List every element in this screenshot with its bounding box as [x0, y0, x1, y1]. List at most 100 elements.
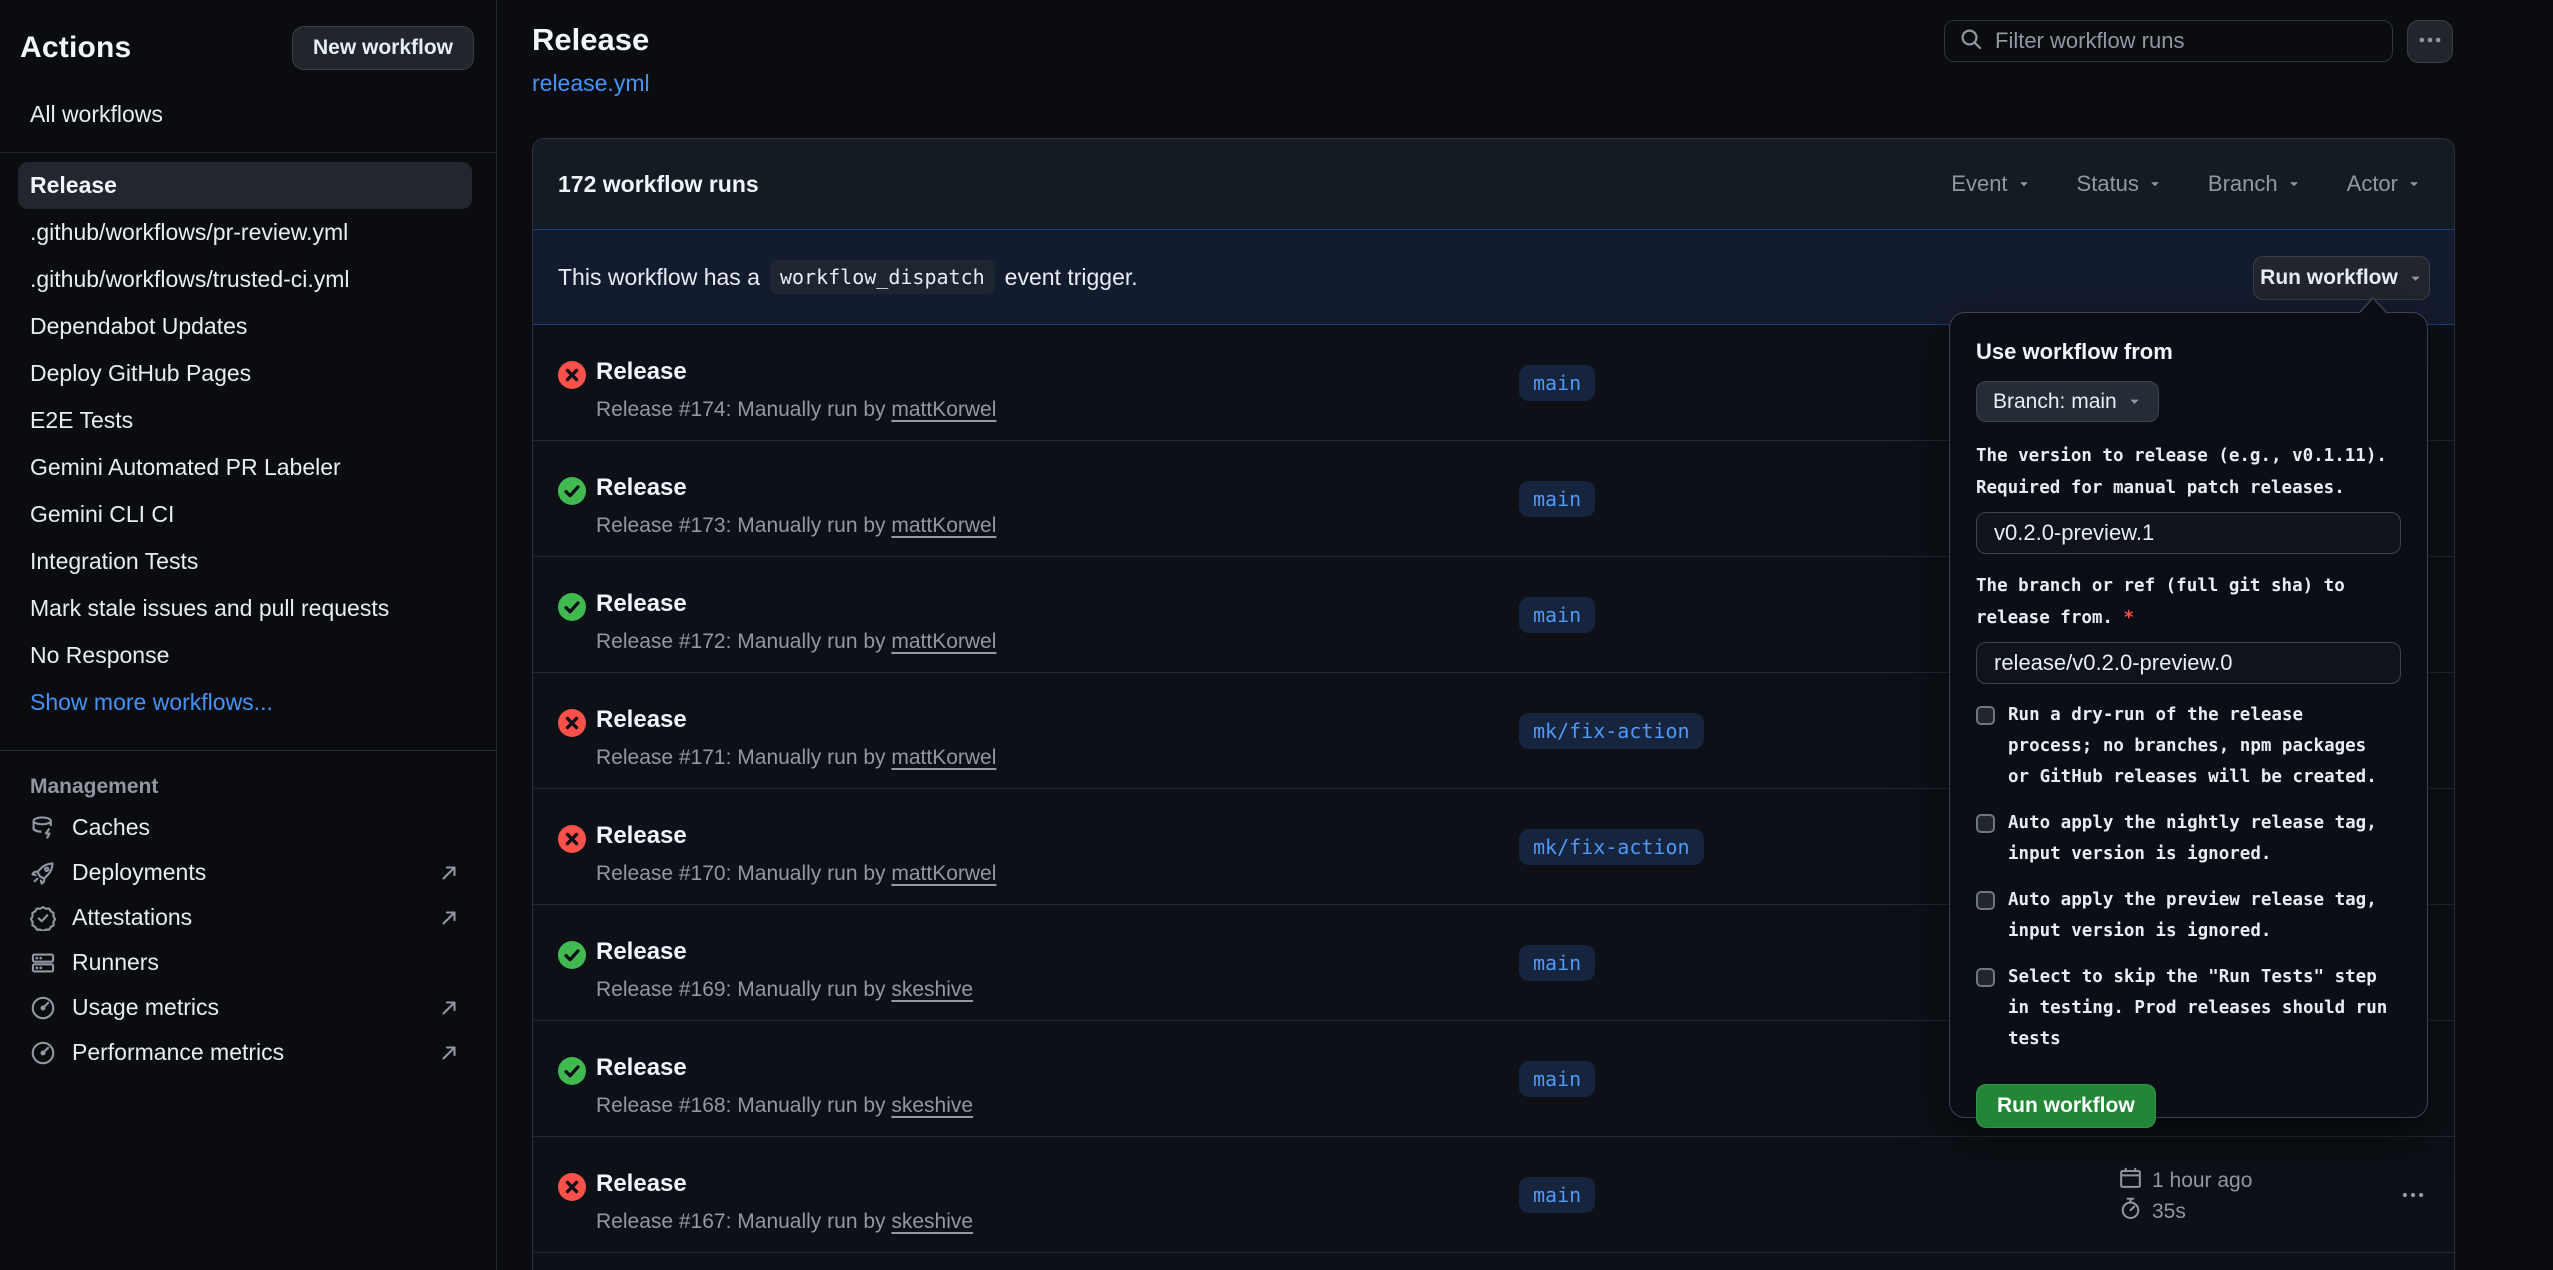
workflow-title: Release	[532, 22, 649, 58]
run-title-link[interactable]: Release	[596, 590, 687, 618]
dialog-checkbox[interactable]	[1976, 814, 1995, 833]
sidebar-workflow-item[interactable]: No Response	[18, 632, 472, 679]
sidebar-workflow-item[interactable]: .github/workflows/pr-review.yml	[18, 209, 472, 256]
dialog-checkbox[interactable]	[1976, 891, 1995, 910]
run-description: Release #167: Manually run by skeshive	[596, 1210, 973, 1234]
filter-branch-dropdown[interactable]: Branch	[2208, 171, 2301, 197]
success-status-icon	[558, 1057, 586, 1085]
dialog-checkbox[interactable]	[1976, 968, 1995, 987]
dialog-checkbox-label[interactable]: Select to skip the "Run Tests" step in t…	[2008, 962, 2393, 1055]
branch-badge[interactable]: mk/fix-action	[1519, 829, 1704, 865]
dialog-checkbox-row: Select to skip the "Run Tests" step in t…	[1976, 962, 2401, 1055]
failure-icon	[558, 361, 586, 389]
chevron-down-icon	[2407, 177, 2421, 191]
branch-badge[interactable]: main	[1519, 945, 1595, 981]
management-item-attestations[interactable]: Attestations	[18, 895, 472, 940]
management-item-usage-metrics[interactable]: Usage metrics	[18, 985, 472, 1030]
kebab-horizontal-icon	[2417, 27, 2443, 56]
show-more-workflows-link[interactable]: Show more workflows...	[18, 679, 472, 726]
chevron-down-icon	[2127, 394, 2142, 409]
run-description: Release #173: Manually run by mattKorwel	[596, 514, 996, 538]
sidebar-workflow-item[interactable]: Release	[18, 162, 472, 209]
actor-link[interactable]: skeshive	[891, 1094, 973, 1117]
workflow-options-kebab-button[interactable]	[2407, 20, 2453, 63]
management-item-deployments[interactable]: Deployments	[18, 850, 472, 895]
sidebar-workflow-item[interactable]: Integration Tests	[18, 538, 472, 585]
run-workflow-dropdown-button[interactable]: Run workflow	[2253, 256, 2430, 300]
run-title-link[interactable]: Release	[596, 358, 687, 386]
management-item-caches[interactable]: Caches	[18, 805, 472, 850]
chevron-down-icon	[2148, 177, 2162, 191]
sidebar-workflow-item[interactable]: E2E Tests	[18, 397, 472, 444]
ref-input[interactable]	[1976, 642, 2401, 684]
actor-link[interactable]: mattKorwel	[891, 630, 996, 653]
branch-badge[interactable]: mk/fix-action	[1519, 713, 1704, 749]
meter-icon	[30, 1040, 56, 1066]
run-title-link[interactable]: Release	[596, 706, 687, 734]
actor-link[interactable]: mattKorwel	[891, 398, 996, 421]
dialog-checkbox-row: Auto apply the nightly release tag, inpu…	[1976, 808, 2401, 870]
sidebar-divider	[0, 750, 496, 751]
version-field-label: The version to release (e.g., v0.1.11). …	[1976, 440, 2401, 504]
run-workflow-submit-button[interactable]: Run workflow	[1976, 1084, 2156, 1128]
run-title-link[interactable]: Release	[596, 474, 687, 502]
filter-workflow-runs-input[interactable]	[1995, 28, 2378, 54]
sidebar-workflow-item[interactable]: Gemini Automated PR Labeler	[18, 444, 472, 491]
failure-status-icon	[558, 361, 586, 389]
success-icon	[558, 941, 586, 969]
branch-badge[interactable]: main	[1519, 481, 1595, 517]
run-title-link[interactable]: Release	[596, 822, 687, 850]
run-description: Release #168: Manually run by skeshive	[596, 1094, 973, 1118]
actor-link[interactable]: mattKorwel	[891, 746, 996, 769]
dialog-checkbox[interactable]	[1976, 706, 1995, 725]
branch-badge[interactable]: main	[1519, 1177, 1595, 1213]
workflow-run-row[interactable]: Release Release #167: Manually run by sk…	[533, 1137, 2454, 1253]
sidebar-item-all-workflows[interactable]: All workflows	[18, 92, 472, 137]
sidebar-workflow-item[interactable]: Gemini CLI CI	[18, 491, 472, 538]
actor-link[interactable]: skeshive	[891, 1210, 973, 1233]
verified-icon	[30, 905, 56, 931]
external-link-icon	[438, 907, 460, 929]
run-title-link[interactable]: Release	[596, 938, 687, 966]
sidebar-workflow-item[interactable]: .github/workflows/trusted-ci.yml	[18, 256, 472, 303]
run-kebab-button[interactable]	[2385, 1177, 2441, 1213]
meter-icon	[30, 995, 56, 1021]
sidebar-divider	[0, 152, 496, 153]
dialog-checkbox-label[interactable]: Auto apply the preview release tag, inpu…	[2008, 885, 2393, 947]
new-workflow-button[interactable]: New workflow	[292, 26, 474, 70]
filter-actor-dropdown[interactable]: Actor	[2347, 171, 2421, 197]
branch-badge[interactable]: main	[1519, 365, 1595, 401]
dialog-checkbox-label[interactable]: Auto apply the nightly release tag, inpu…	[2008, 808, 2393, 870]
run-description: Release #169: Manually run by skeshive	[596, 978, 973, 1002]
server-icon	[30, 950, 56, 976]
filter-event-dropdown[interactable]: Event	[1951, 171, 2030, 197]
sidebar-workflow-item[interactable]: Dependabot Updates	[18, 303, 472, 350]
run-title-link[interactable]: Release	[596, 1054, 687, 1082]
calendar-icon	[2119, 1166, 2142, 1195]
management-item-performance-metrics[interactable]: Performance metrics	[18, 1030, 472, 1075]
sidebar-workflow-item[interactable]: Deploy GitHub Pages	[18, 350, 472, 397]
run-meta: 1 hour ago 35s	[2119, 1165, 2252, 1227]
dialog-checkbox-label[interactable]: Run a dry-run of the release process; no…	[2008, 700, 2393, 793]
management-item-runners[interactable]: Runners	[18, 940, 472, 985]
filter-status-dropdown[interactable]: Status	[2077, 171, 2162, 197]
actor-link[interactable]: mattKorwel	[891, 862, 996, 885]
cache-icon	[30, 815, 56, 841]
branch-badge[interactable]: main	[1519, 1061, 1595, 1097]
actor-link[interactable]: mattKorwel	[891, 514, 996, 537]
branch-badge[interactable]: main	[1519, 597, 1595, 633]
sidebar: Actions New workflow All workflows Relea…	[0, 0, 497, 1270]
version-input[interactable]	[1976, 512, 2401, 554]
failure-status-icon	[558, 709, 586, 737]
actor-link[interactable]: skeshive	[891, 978, 973, 1001]
external-link-icon	[438, 997, 460, 1019]
branch-selector-button[interactable]: Branch: main	[1976, 381, 2159, 422]
run-description: Release #174: Manually run by mattKorwel	[596, 398, 996, 422]
filter-workflow-runs-field[interactable]	[1944, 20, 2393, 62]
success-icon	[558, 593, 586, 621]
workflow-file-link[interactable]: release.yml	[532, 70, 650, 97]
chevron-down-icon	[2408, 271, 2423, 286]
run-title-link[interactable]: Release	[596, 1170, 687, 1198]
required-asterisk: *	[2124, 608, 2135, 628]
sidebar-workflow-item[interactable]: Mark stale issues and pull requests	[18, 585, 472, 632]
